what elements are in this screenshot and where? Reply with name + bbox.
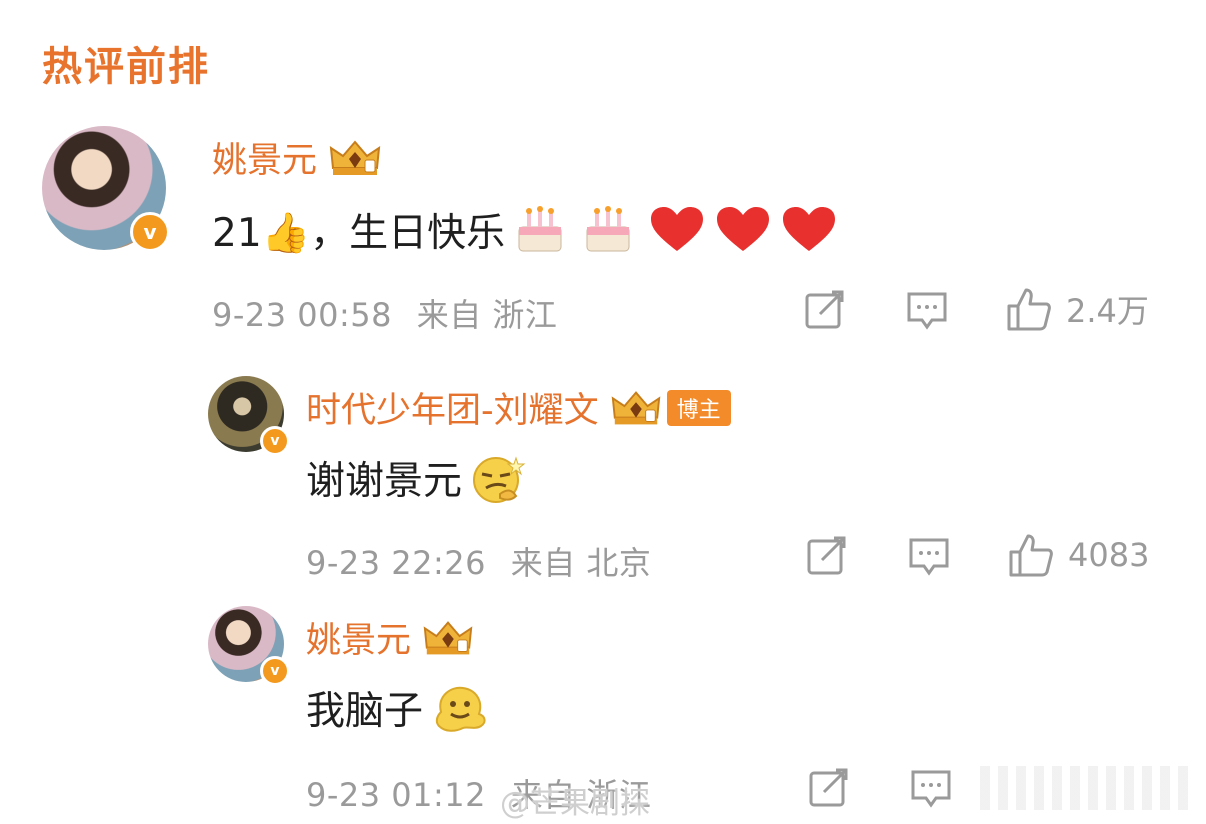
verified-badge: v [260,426,290,456]
like-button[interactable]: 4083 [1008,532,1149,578]
author-name[interactable]: 时代少年团-刘耀文 [306,382,599,433]
comment-source: 来自 北京 [510,544,652,582]
comment-source: 来自 浙江 [416,296,558,334]
repost-icon [807,536,846,575]
comment-meta: 9-23 22:26 来自 北京 [306,538,651,584]
comment-button[interactable] [908,536,950,578]
comment-icon [911,770,951,808]
comment-author[interactable]: 姚景元 [306,612,475,663]
comment-text: 谢谢景元 [306,450,528,506]
comment-author[interactable]: 姚景元 [212,132,383,183]
verified-badge: v [260,656,290,686]
comment-meta: 9-23 00:58 来自 浙江 [212,290,557,336]
repost-button[interactable] [808,766,850,808]
comment-button[interactable] [906,290,948,332]
comment-text: 我脑子 [306,680,491,736]
comment-time: 9-23 00:58 [212,296,393,334]
crown-icon [329,139,381,175]
cake-emoji [518,206,562,252]
comment-text: 21👍，生日快乐 [212,202,837,258]
repost-icon [809,768,848,807]
author-name[interactable]: 姚景元 [306,612,411,663]
author-name[interactable]: 姚景元 [212,132,317,183]
crown-icon [611,390,660,424]
heart-emoji [783,207,836,251]
like-icon [1009,534,1053,577]
scan-artifact [980,766,1190,810]
like-count: 2.4万 [1066,292,1149,330]
comment-icon [909,538,949,576]
comment-time: 9-23 01:12 [306,776,487,814]
repost-button[interactable] [804,288,846,330]
crown-icon [423,620,473,654]
avatar[interactable]: v [208,606,290,686]
like-button[interactable]: 2.4万 [1006,286,1149,332]
comment-button[interactable] [910,768,952,810]
comment-icon [907,292,947,330]
avatar[interactable]: v [208,376,290,456]
comment-author[interactable]: 时代少年团-刘耀文 博主 [306,382,731,433]
like-icon [1007,288,1051,331]
heart-emoji [651,207,704,251]
smirk-emoji [473,456,526,503]
blogger-badge: 博主 [666,389,731,426]
section-title: 热评前排 [42,44,210,90]
watermark: @芒果剧探 [500,786,650,821]
repost-button[interactable] [806,534,848,576]
avatar[interactable]: v [42,126,170,252]
melting-face-emoji [435,686,486,732]
like-count: 4083 [1068,536,1150,574]
repost-icon [805,290,844,329]
cake-emoji [586,206,630,252]
verified-badge: v [130,212,170,252]
comment-time: 9-23 22:26 [306,544,487,582]
heart-emoji [717,207,770,251]
